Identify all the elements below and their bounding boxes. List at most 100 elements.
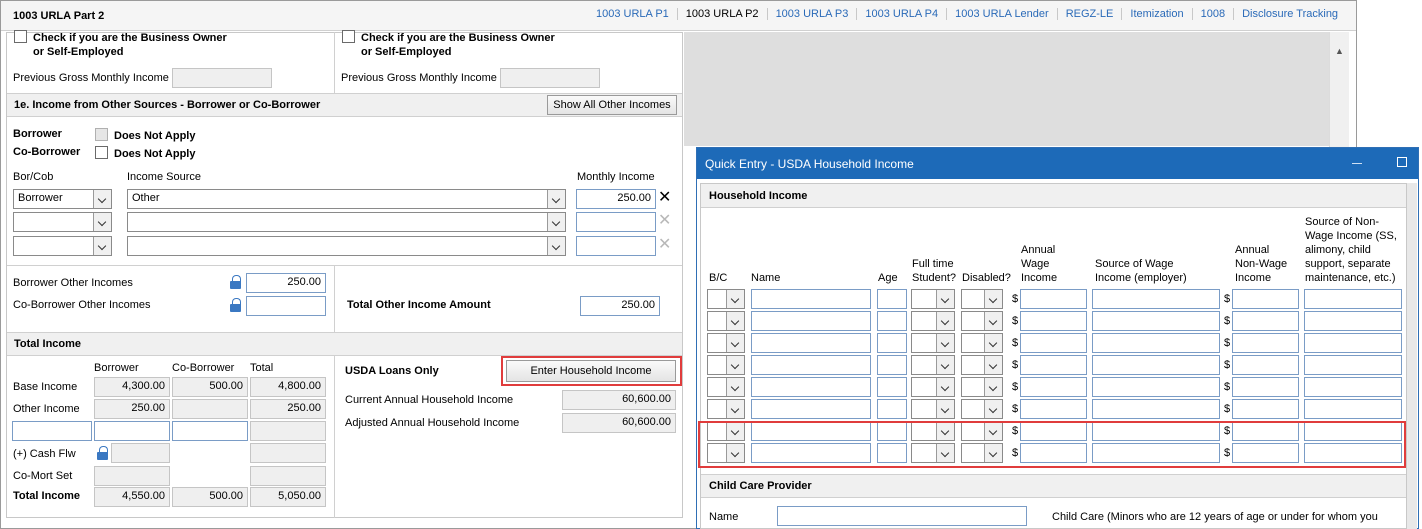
borrower-does-not-apply-checkbox[interactable] [95,128,108,141]
tab-urla-lender[interactable]: 1003 URLA Lender [947,8,1058,20]
nonwage-source-input[interactable] [1304,355,1402,375]
name-input[interactable] [751,399,871,419]
chevron-down-icon[interactable] [936,312,954,330]
base-income-coborrower[interactable]: 500.00 [172,377,248,397]
age-input[interactable] [877,333,907,353]
bc-select[interactable] [707,311,745,331]
nonwage-source-input[interactable] [1304,289,1402,309]
income-source-select[interactable] [127,236,566,256]
income-source-select[interactable] [127,212,566,232]
wage-source-input[interactable] [1092,377,1220,397]
wage-income-input[interactable] [1020,333,1087,353]
age-input[interactable] [877,311,907,331]
disabled-select[interactable] [961,399,1003,419]
nonwage-income-input[interactable] [1232,333,1299,353]
minimize-icon[interactable] [1352,163,1362,164]
wage-income-input[interactable] [1020,377,1087,397]
nonwage-source-input[interactable] [1304,399,1402,419]
coborrower-self-employed-checkbox[interactable] [342,30,355,43]
chevron-down-icon[interactable] [726,378,744,396]
chevron-down-icon[interactable] [984,290,1002,308]
base-income-borrower[interactable]: 4,300.00 [94,377,170,397]
maximize-icon[interactable] [1397,157,1407,167]
base-income-total[interactable]: 4,800.00 [250,377,326,397]
name-input[interactable] [751,311,871,331]
custom-income-borrower[interactable] [94,421,170,441]
age-input[interactable] [877,399,907,419]
chevron-down-icon[interactable] [984,378,1002,396]
custom-income-coborrower[interactable] [172,421,248,441]
bc-select[interactable] [707,333,745,353]
bc-select[interactable] [707,377,745,397]
scroll-up-icon[interactable]: ▲ [1335,46,1344,56]
wage-source-input[interactable] [1092,311,1220,331]
age-input[interactable] [877,355,907,375]
adjusted-annual-household-income-value[interactable]: 60,600.00 [562,413,676,433]
other-income-total[interactable]: 250.00 [250,399,326,419]
chevron-down-icon[interactable] [547,190,565,208]
chevron-down-icon[interactable] [936,290,954,308]
chevron-down-icon[interactable] [93,237,111,255]
student-select[interactable] [911,377,955,397]
chevron-down-icon[interactable] [726,312,744,330]
name-input[interactable] [751,377,871,397]
nonwage-source-input[interactable] [1304,311,1402,331]
disabled-select[interactable] [961,311,1003,331]
chevron-down-icon[interactable] [93,213,111,231]
borrower-self-employed-checkbox[interactable] [14,30,27,43]
total-income-coborrower[interactable]: 500.00 [172,487,248,507]
name-input[interactable] [751,333,871,353]
custom-income-label-input[interactable] [12,421,92,441]
chevron-down-icon[interactable] [936,334,954,352]
nonwage-income-input[interactable] [1232,377,1299,397]
tab-urla-p1[interactable]: 1003 URLA P1 [588,8,678,20]
income-source-select[interactable]: Other [127,189,566,209]
student-select[interactable] [911,333,955,353]
cash-flow-borrower[interactable] [111,443,170,463]
other-income-borrower[interactable]: 250.00 [94,399,170,419]
age-input[interactable] [877,377,907,397]
co-mort-set-borrower[interactable] [94,466,170,486]
show-all-other-incomes-button[interactable]: Show All Other Incomes [547,95,677,115]
student-select[interactable] [911,399,955,419]
tab-itemization[interactable]: Itemization [1122,8,1193,20]
disabled-select[interactable] [961,377,1003,397]
wage-source-input[interactable] [1092,399,1220,419]
lock-icon[interactable] [230,298,241,312]
cash-flow-total[interactable] [250,443,326,463]
coborrower-does-not-apply-checkbox[interactable] [95,146,108,159]
monthly-income-input[interactable] [576,212,656,232]
student-select[interactable] [911,289,955,309]
delete-row-icon[interactable]: ✕ [658,213,671,229]
chevron-down-icon[interactable] [726,400,744,418]
coborrower-other-incomes-input[interactable] [246,296,326,316]
bc-select[interactable] [707,289,745,309]
chevron-down-icon[interactable] [547,237,565,255]
chevron-down-icon[interactable] [984,312,1002,330]
co-mort-set-total[interactable] [250,466,326,486]
wage-income-input[interactable] [1020,311,1087,331]
total-other-income-input[interactable]: 250.00 [580,296,660,316]
prev-gross-input-coborrower[interactable] [500,68,600,88]
borcob-select[interactable] [13,212,112,232]
child-care-name-input[interactable] [777,506,1027,526]
custom-income-total[interactable] [250,421,326,441]
wage-source-input[interactable] [1092,289,1220,309]
chevron-down-icon[interactable] [984,400,1002,418]
name-input[interactable] [751,355,871,375]
chevron-down-icon[interactable] [936,378,954,396]
wage-income-input[interactable] [1020,355,1087,375]
current-annual-household-income-value[interactable]: 60,600.00 [562,390,676,410]
borrower-other-incomes-input[interactable]: 250.00 [246,273,326,293]
nonwage-income-input[interactable] [1232,311,1299,331]
tab-urla-p3[interactable]: 1003 URLA P3 [768,8,858,20]
chevron-down-icon[interactable] [936,400,954,418]
tab-regz-le[interactable]: REGZ-LE [1058,8,1123,20]
nonwage-income-input[interactable] [1232,289,1299,309]
tab-urla-p4[interactable]: 1003 URLA P4 [857,8,948,20]
dialog-scrollbar[interactable] [1407,183,1417,529]
chevron-down-icon[interactable] [547,213,565,231]
chevron-down-icon[interactable] [726,334,744,352]
total-income-borrower[interactable]: 4,550.00 [94,487,170,507]
disabled-select[interactable] [961,289,1003,309]
